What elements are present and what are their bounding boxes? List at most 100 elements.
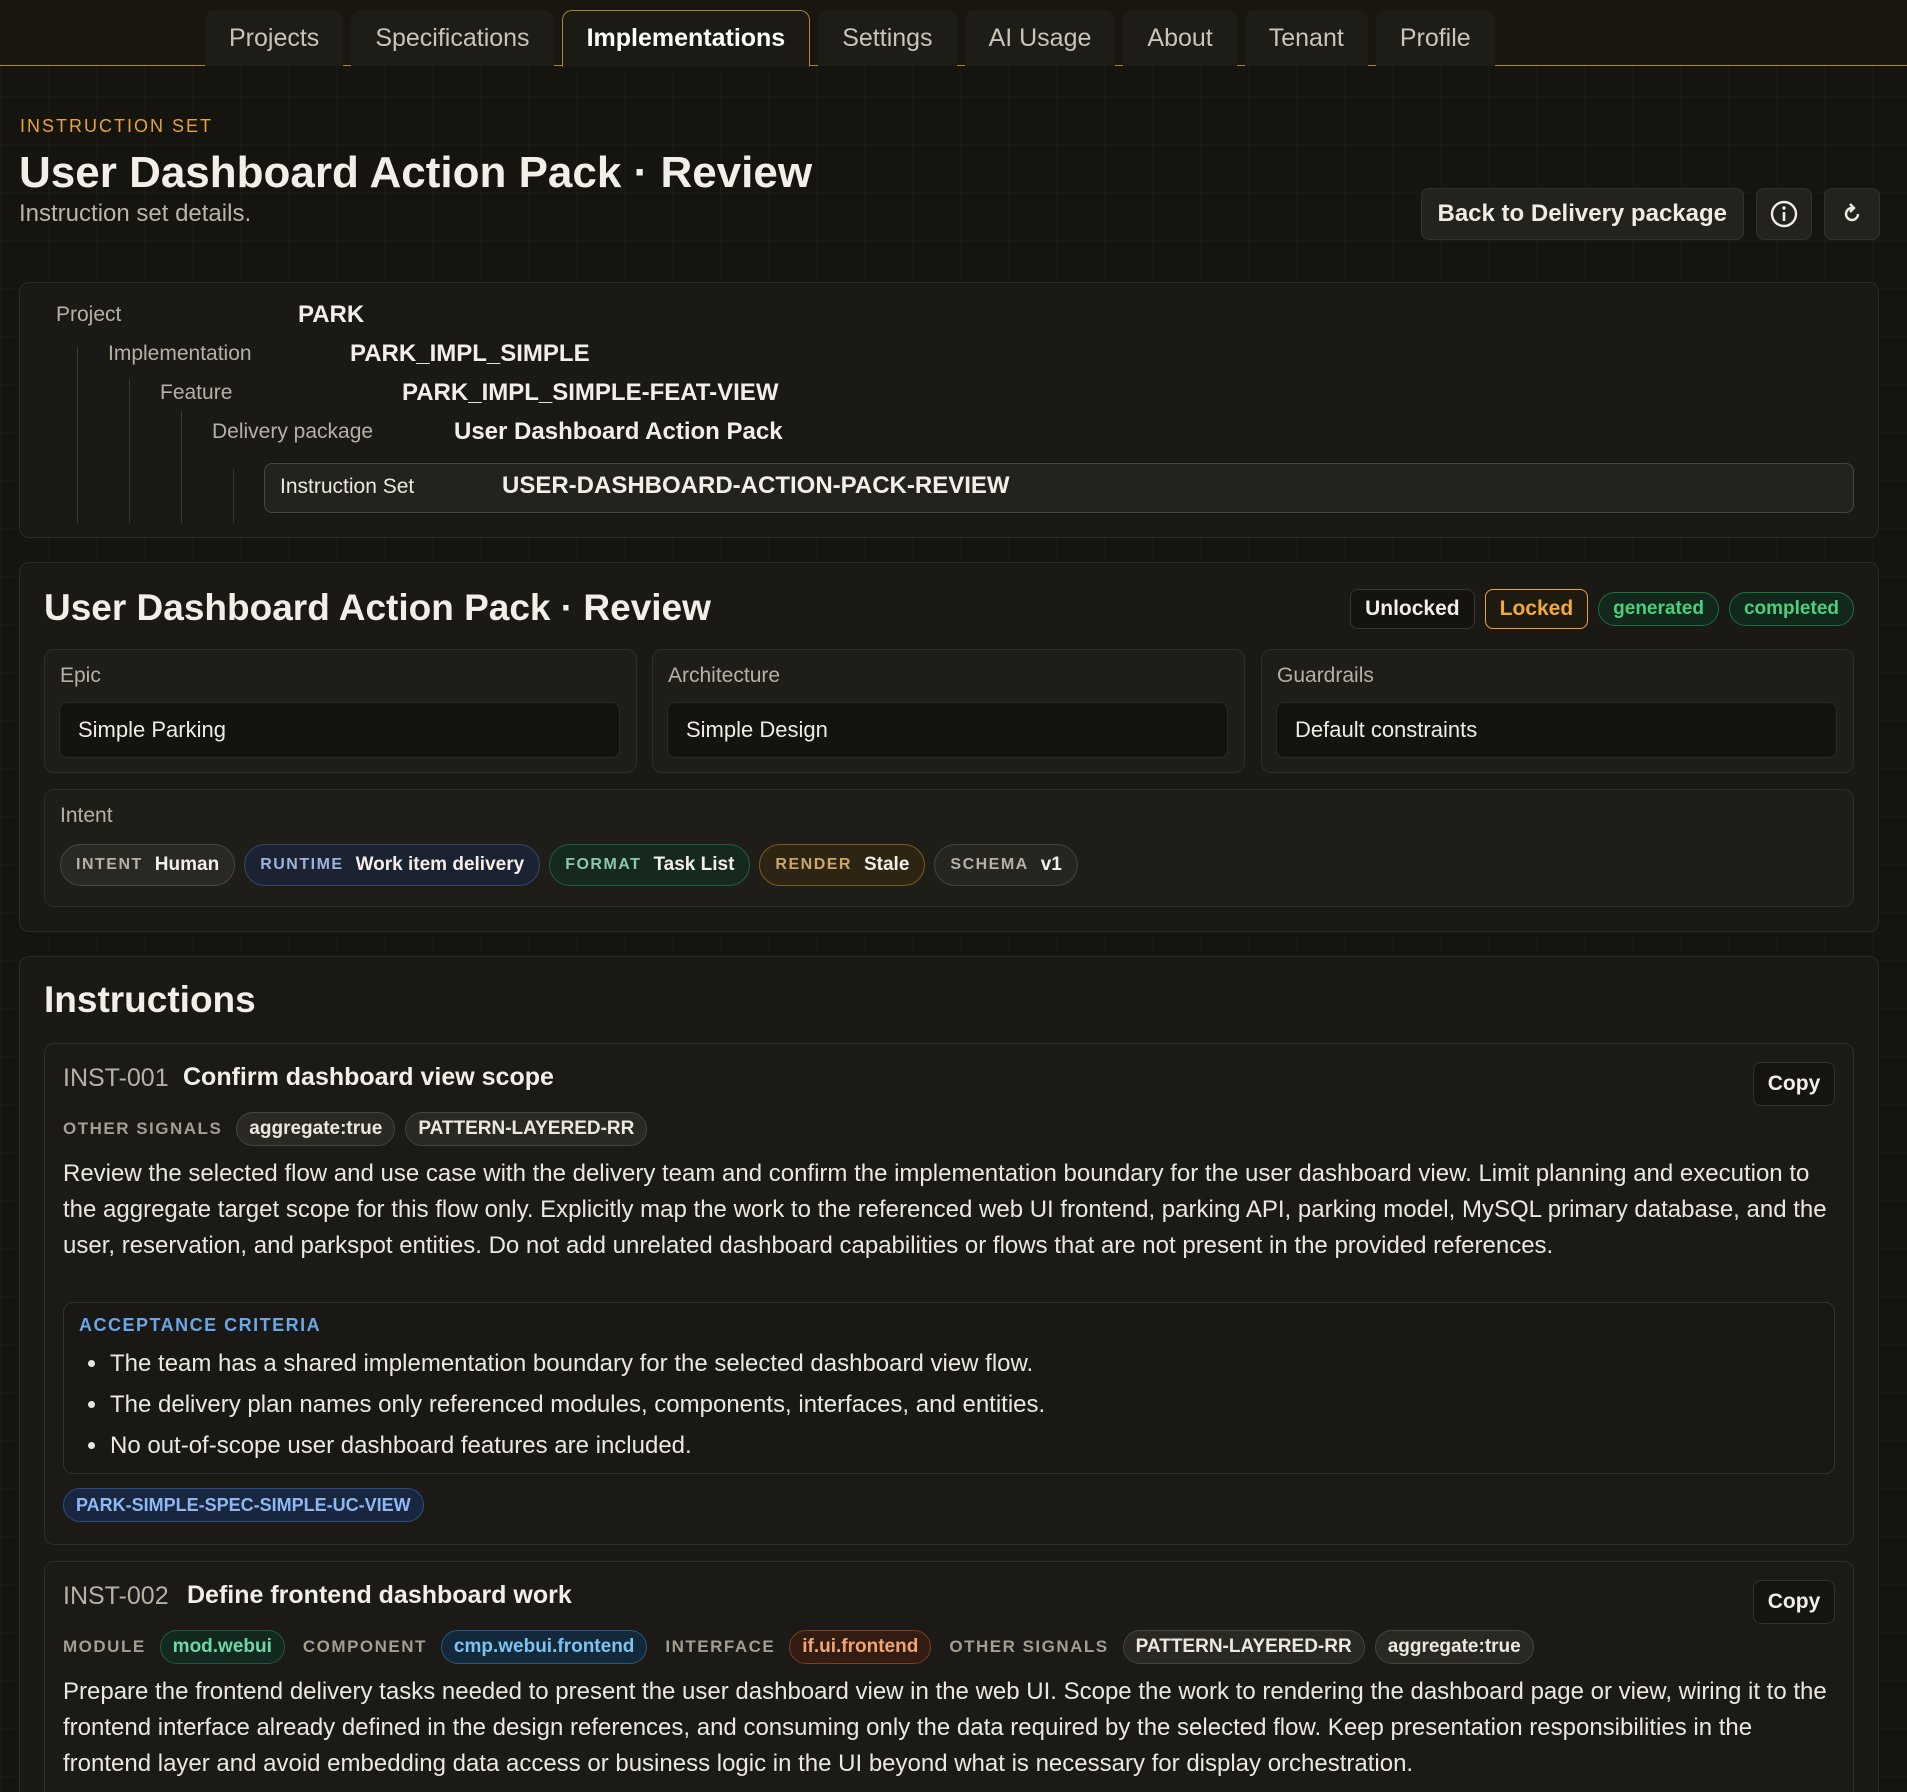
acceptance-criteria: ACCEPTANCE CRITERIA The team has a share… xyxy=(63,1302,1835,1474)
breadcrumb-label: Implementation xyxy=(108,342,252,365)
signals-row: MODULE mod.webui COMPONENT cmp.webui.fro… xyxy=(63,1630,1534,1664)
breadcrumb-value: User Dashboard Action Pack xyxy=(454,418,783,445)
component-label: COMPONENT xyxy=(302,1637,427,1656)
tree-line xyxy=(77,347,78,523)
breadcrumb-project[interactable]: Project PARK xyxy=(56,299,364,331)
tab-specifications[interactable]: Specifications xyxy=(351,10,554,66)
signal-chip: PATTERN-LAYERED-RR xyxy=(1122,1630,1365,1664)
chip-key: RENDER xyxy=(775,856,852,873)
breadcrumb: Project PARK Implementation PARK_IMPL_SI… xyxy=(19,282,1879,538)
field-label: Epic xyxy=(60,664,101,687)
instruction-id: INST-002 xyxy=(63,1582,169,1610)
chip-value: Human xyxy=(154,854,220,875)
intent-chips: INTENT Human RUNTIME Work item delivery … xyxy=(60,844,1078,886)
status-badge: completed xyxy=(1728,592,1854,626)
instruction-id: INST-001 xyxy=(63,1064,169,1092)
chip-value: Work item delivery xyxy=(355,854,525,875)
unlocked-toggle[interactable]: Unlocked xyxy=(1350,589,1475,629)
summary-title: User Dashboard Action Pack · Review xyxy=(44,587,711,628)
locked-toggle[interactable]: Locked xyxy=(1484,589,1589,629)
field-label: Architecture xyxy=(668,664,781,687)
acceptance-criteria-title: ACCEPTANCE CRITERIA xyxy=(79,1315,322,1335)
render-chip: RENDER Stale xyxy=(759,844,926,886)
status-badge: generated xyxy=(1598,592,1719,626)
guardrails-value[interactable]: Default constraints xyxy=(1276,702,1837,758)
instruction-item: INST-002 Define frontend dashboard work … xyxy=(44,1561,1854,1792)
module-label: MODULE xyxy=(63,1637,146,1656)
list-item: The delivery plan names only referenced … xyxy=(88,1384,1045,1425)
tab-tenant[interactable]: Tenant xyxy=(1244,10,1368,66)
intent-field: Intent INTENT Human RUNTIME Work item de… xyxy=(44,789,1854,907)
refresh-icon xyxy=(1844,203,1860,222)
signals-row: OTHER SIGNALS aggregate:true PATTERN-LAY… xyxy=(63,1112,648,1146)
epic-value[interactable]: Simple Parking xyxy=(59,702,620,758)
interface-chip: if.ui.frontend xyxy=(789,1630,932,1664)
breadcrumb-instruction-set: Instruction Set USER-DASHBOARD-ACTION-PA… xyxy=(264,463,1854,513)
nav-tabs: Projects Specifications Implementations … xyxy=(205,10,1495,67)
page-title: User Dashboard Action Pack · Review xyxy=(19,148,813,197)
component-chip: cmp.webui.frontend xyxy=(440,1630,648,1664)
breadcrumb-label: Instruction Set xyxy=(280,475,415,498)
breadcrumb-value: PARK_IMPL_SIMPLE-FEAT-VIEW xyxy=(402,379,779,406)
signal-chip: PATTERN-LAYERED-RR xyxy=(405,1112,648,1146)
list-item: No out-of-scope user dashboard features … xyxy=(88,1425,1045,1466)
instruction-body: Prepare the frontend delivery tasks need… xyxy=(63,1678,1827,1777)
interface-label: INTERFACE xyxy=(665,1637,776,1656)
refresh-button[interactable] xyxy=(1824,188,1880,240)
tab-profile[interactable]: Profile xyxy=(1375,10,1495,66)
tab-about[interactable]: About xyxy=(1123,10,1237,66)
instruction-set-summary: User Dashboard Action Pack · Review Unlo… xyxy=(19,562,1879,932)
tree-line xyxy=(181,411,182,523)
tab-implementations[interactable]: Implementations xyxy=(561,10,811,67)
info-icon xyxy=(1770,200,1798,228)
breadcrumb-feature[interactable]: Feature PARK_IMPL_SIMPLE-FEAT-VIEW xyxy=(160,377,778,409)
back-to-delivery-package-button[interactable]: Back to Delivery package xyxy=(1420,188,1744,240)
chip-value: v1 xyxy=(1040,854,1062,875)
field-label: Intent xyxy=(60,804,113,827)
reference-link[interactable]: PARK-SIMPLE-SPEC-SIMPLE-UC-VIEW xyxy=(63,1488,424,1522)
chip-value: Stale xyxy=(863,854,910,875)
schema-chip: SCHEMA v1 xyxy=(934,844,1078,886)
instruction-item: INST-001 Confirm dashboard view scope Co… xyxy=(44,1043,1854,1545)
top-nav: Projects Specifications Implementations … xyxy=(0,0,1907,67)
instruction-title: Define frontend dashboard work xyxy=(187,1581,572,1609)
breadcrumb-label: Delivery package xyxy=(212,420,374,443)
chip-key: FORMAT xyxy=(565,856,642,873)
chip-key: RUNTIME xyxy=(260,856,344,873)
acceptance-list: The team has a shared implementation bou… xyxy=(88,1343,1045,1466)
breadcrumb-delivery-package[interactable]: Delivery package User Dashboard Action P… xyxy=(212,416,783,448)
field-label: Guardrails xyxy=(1277,664,1374,687)
instruction-title: Confirm dashboard view scope xyxy=(183,1063,554,1091)
tab-ai-usage[interactable]: AI Usage xyxy=(964,10,1116,66)
copy-button[interactable]: Copy xyxy=(1753,1062,1835,1106)
tab-settings[interactable]: Settings xyxy=(818,10,957,66)
breadcrumb-label: Project xyxy=(56,303,122,326)
runtime-chip: RUNTIME Work item delivery xyxy=(244,844,541,886)
intent-chip: INTENT Human xyxy=(60,844,236,886)
signal-chip: aggregate:true xyxy=(1374,1630,1534,1664)
instruction-body: Review the selected flow and use case wi… xyxy=(63,1160,1827,1259)
tab-projects[interactable]: Projects xyxy=(205,10,344,66)
breadcrumb-value: PARK xyxy=(298,301,365,328)
epic-field: Epic Simple Parking xyxy=(44,649,637,773)
architecture-value[interactable]: Simple Design xyxy=(667,702,1228,758)
instructions-heading: Instructions xyxy=(44,979,256,1020)
chip-key: INTENT xyxy=(76,856,143,873)
signals-label: OTHER SIGNALS xyxy=(63,1119,223,1138)
signal-chip: aggregate:true xyxy=(236,1112,396,1146)
instructions-section: Instructions INST-001 Confirm dashboard … xyxy=(19,956,1879,1792)
module-chip: mod.webui xyxy=(159,1630,285,1664)
status-badges: Unlocked Locked generated completed xyxy=(1350,589,1854,629)
signals-label: OTHER SIGNALS xyxy=(949,1637,1109,1656)
list-item: The team has a shared implementation bou… xyxy=(88,1343,1045,1384)
tree-line xyxy=(129,379,130,523)
page-eyebrow: INSTRUCTION SET xyxy=(20,116,214,136)
copy-button[interactable]: Copy xyxy=(1753,1580,1835,1624)
chip-key: SCHEMA xyxy=(950,856,1029,873)
breadcrumb-implementation[interactable]: Implementation PARK_IMPL_SIMPLE xyxy=(108,338,590,370)
guardrails-field: Guardrails Default constraints xyxy=(1261,649,1854,773)
info-button[interactable] xyxy=(1756,188,1812,240)
architecture-field: Architecture Simple Design xyxy=(652,649,1245,773)
breadcrumb-value: PARK_IMPL_SIMPLE xyxy=(350,340,590,367)
header-actions: Back to Delivery package xyxy=(1420,188,1880,240)
